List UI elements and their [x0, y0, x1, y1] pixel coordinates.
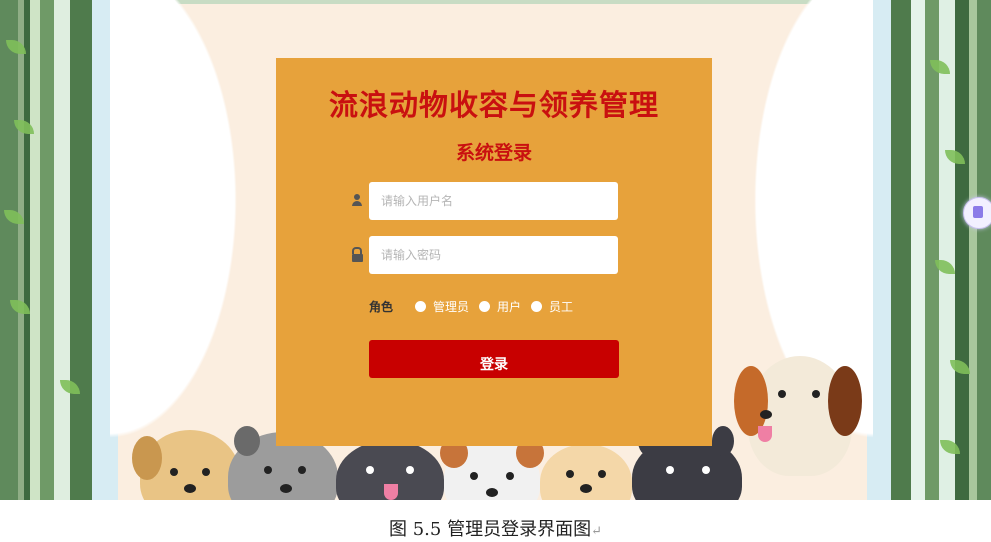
user-icon	[350, 194, 364, 206]
lock-icon	[350, 247, 364, 262]
role-label: 角色	[369, 299, 394, 314]
paragraph-mark: ↵	[591, 524, 602, 539]
figure-caption: 图 5.5 管理员登录界面图↵	[0, 515, 991, 541]
role-option-label: 用户	[497, 299, 522, 314]
username-input[interactable]	[369, 182, 618, 220]
dog-illustration	[336, 440, 444, 500]
document-icon	[973, 206, 983, 218]
dog-illustration	[734, 356, 862, 476]
role-radio-admin[interactable]	[415, 300, 427, 312]
role-radio-staff[interactable]	[531, 300, 543, 312]
role-option-admin[interactable]: 管理员	[415, 298, 469, 315]
role-radio-user[interactable]	[479, 300, 491, 312]
dog-illustration	[540, 444, 632, 500]
curtain-left	[110, 0, 270, 500]
dog-illustration	[440, 438, 544, 500]
login-page-screenshot: 流浪动物收容与领养管理 系统登录 角色 管理员 用户 员工 登录	[0, 0, 991, 500]
role-option-label: 员工	[549, 299, 574, 314]
login-button[interactable]: 登录	[369, 340, 619, 378]
role-option-label: 管理员	[433, 299, 470, 314]
role-option-user[interactable]: 用户	[479, 298, 521, 315]
role-option-staff[interactable]: 员工	[531, 298, 573, 315]
caption-text: 图 5.5 管理员登录界面图	[389, 519, 592, 540]
login-heading: 系统登录	[455, 142, 532, 164]
password-input[interactable]	[369, 236, 618, 274]
role-selector: 角色 管理员 用户 员工	[369, 298, 583, 314]
window-frame-right	[867, 0, 991, 500]
system-title: 流浪动物收容与领养管理	[328, 88, 659, 122]
window-frame-left	[0, 0, 118, 500]
floating-side-widget[interactable]	[963, 197, 991, 229]
login-panel: 流浪动物收容与领养管理 系统登录 角色 管理员 用户 员工 登录	[276, 58, 712, 446]
